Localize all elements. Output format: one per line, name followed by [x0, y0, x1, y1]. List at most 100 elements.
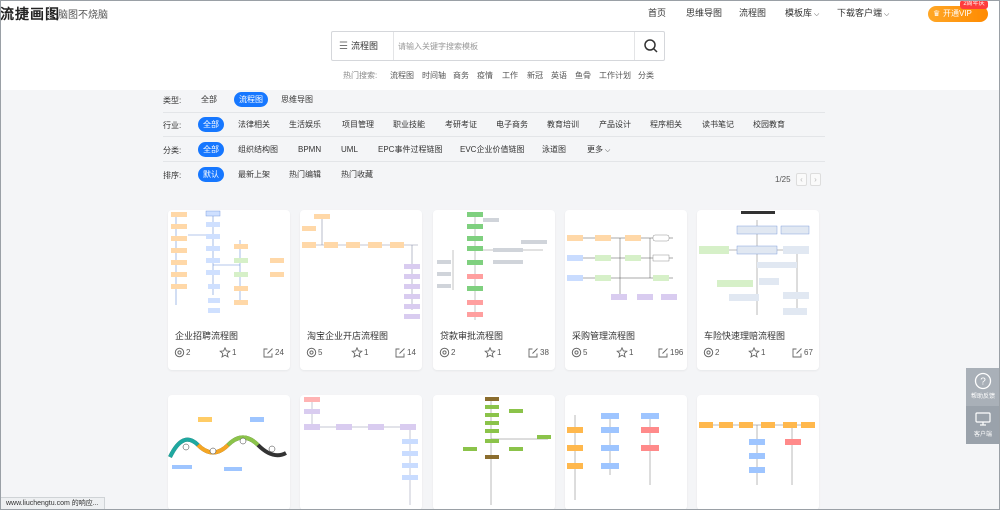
- search-type-label: 流程图: [350, 41, 378, 51]
- prev-page-button[interactable]: ‹: [796, 173, 807, 186]
- chip-industry[interactable]: 校园教育: [753, 117, 785, 132]
- chip-category[interactable]: UML: [341, 142, 358, 157]
- divider: [163, 161, 825, 162]
- chip-industry[interactable]: 产品设计: [599, 117, 631, 132]
- template-card[interactable]: 贷款审批流程图 2 1 38: [433, 210, 555, 370]
- chip-sort[interactable]: 最新上架: [238, 167, 270, 182]
- template-card[interactable]: 企业招聘流程图 2 1 24: [168, 210, 290, 370]
- hot-search-item[interactable]: 疫情: [477, 70, 493, 81]
- template-card[interactable]: 淘宝企业开店流程图 5 1 14: [300, 210, 422, 370]
- stars-count[interactable]: 1: [219, 347, 236, 358]
- chevron-down-icon: ⌵: [884, 11, 890, 18]
- template-thumbnail: [168, 417, 287, 471]
- stars-value: 1: [761, 348, 766, 357]
- template-card[interactable]: [168, 395, 290, 510]
- star-icon: [484, 347, 496, 358]
- eye-icon: [439, 347, 450, 358]
- template-card[interactable]: [300, 395, 422, 510]
- chip-industry[interactable]: 生活娱乐: [289, 117, 321, 132]
- header: 流捷画图 脑图不烧脑 首页 思维导图 流程图 模板库 ⌵ 下载客户端 ⌵ ♛ 开通VI…: [0, 0, 1000, 90]
- stars-count[interactable]: 1: [748, 347, 765, 358]
- edit-icon: [395, 348, 405, 358]
- search-input[interactable]: [398, 32, 628, 60]
- chip-type-mindmap[interactable]: 思维导图: [281, 92, 313, 107]
- views-value: 2: [715, 348, 720, 357]
- views-value: 5: [583, 348, 588, 357]
- hot-search-item[interactable]: 流程图: [390, 70, 414, 81]
- search-type-select[interactable]: ☰ 流程图: [332, 32, 394, 60]
- template-card[interactable]: [565, 395, 687, 510]
- nav-download[interactable]: 下载客户端 ⌵: [837, 6, 889, 19]
- hot-search-item[interactable]: 工作计划: [599, 70, 631, 81]
- chip-industry[interactable]: 法律相关: [238, 117, 270, 132]
- chip-industry[interactable]: 读书笔记: [702, 117, 734, 132]
- chip-sort[interactable]: 热门编辑: [289, 167, 321, 182]
- template-title: 企业招聘流程图: [175, 331, 239, 341]
- chip-type-all[interactable]: 全部: [201, 92, 217, 107]
- hot-search-item[interactable]: 鱼骨: [575, 70, 591, 81]
- chip-category[interactable]: EVC企业价值链图: [460, 142, 524, 157]
- filter-label: 行业:: [163, 121, 182, 130]
- chip-industry-all[interactable]: 全部: [198, 117, 224, 132]
- hot-search-item[interactable]: 新冠: [527, 70, 543, 81]
- chip-category[interactable]: EPC事件过程链图: [378, 142, 442, 157]
- nav-templates[interactable]: 模板库 ⌵: [785, 6, 819, 19]
- stars-count[interactable]: 1: [351, 347, 368, 358]
- menu-icon: ☰: [339, 41, 348, 52]
- filter-industry-row: 行业: 全部 法律相关 生活娱乐 项目管理 职业技能 考研考证 电子商务 教育培…: [163, 114, 825, 138]
- hot-search-item[interactable]: 商务: [453, 70, 469, 81]
- logo[interactable]: 流捷画图: [0, 4, 60, 24]
- hot-search-item[interactable]: 英语: [551, 70, 567, 81]
- hot-search-item[interactable]: 工作: [502, 70, 518, 81]
- client-button[interactable]: 客户端: [966, 406, 1000, 444]
- filter-label: 类型:: [163, 96, 182, 105]
- chip-industry[interactable]: 项目管理: [342, 117, 374, 132]
- next-page-button[interactable]: ›: [810, 173, 821, 186]
- edits-value: 67: [804, 348, 813, 357]
- chip-sort-default[interactable]: 默认: [198, 167, 224, 182]
- chip-industry[interactable]: 教育培训: [547, 117, 579, 132]
- stars-value: 1: [364, 348, 369, 357]
- template-thumbnail: [699, 211, 810, 315]
- views-value: 5: [318, 348, 323, 357]
- template-thumbnail: [463, 397, 551, 505]
- template-thumbnail: [699, 422, 815, 485]
- star-icon: [616, 347, 628, 358]
- template-card[interactable]: 采购管理流程图 5 1 196: [565, 210, 687, 370]
- more-label: 更多: [587, 145, 603, 154]
- chip-category-all[interactable]: 全部: [198, 142, 224, 157]
- hot-search-item[interactable]: 时间轴: [422, 70, 446, 81]
- chip-industry[interactable]: 电子商务: [496, 117, 528, 132]
- chip-sort[interactable]: 热门收藏: [341, 167, 373, 182]
- eye-icon: [703, 347, 714, 358]
- edit-icon: [263, 348, 273, 358]
- nav-home[interactable]: 首页: [648, 6, 666, 19]
- nav-mindmap[interactable]: 思维导图: [686, 6, 722, 19]
- stars-count[interactable]: 1: [484, 347, 501, 358]
- template-card[interactable]: 车险快速理赔流程图 2 1 67: [697, 210, 819, 370]
- template-card[interactable]: [697, 395, 819, 510]
- template-thumbnail: [567, 413, 659, 500]
- edits-value: 196: [670, 348, 684, 357]
- chip-type-flowchart[interactable]: 流程图: [234, 92, 268, 107]
- feedback-button[interactable]: ? 帮助反馈: [966, 368, 1000, 406]
- nav-flowchart[interactable]: 流程图: [739, 6, 766, 19]
- template-thumbnail: [437, 212, 547, 320]
- stars-count[interactable]: 1: [616, 347, 633, 358]
- views-value: 2: [186, 348, 191, 357]
- template-thumbnail: [171, 210, 284, 313]
- chip-industry[interactable]: 程序相关: [650, 117, 682, 132]
- chip-category[interactable]: BPMN: [298, 142, 321, 157]
- chip-category[interactable]: 组织结构图: [238, 142, 278, 157]
- star-icon: [219, 347, 231, 358]
- chip-industry[interactable]: 考研考证: [445, 117, 477, 132]
- chip-industry[interactable]: 职业技能: [393, 117, 425, 132]
- search-button[interactable]: [634, 32, 665, 60]
- template-card[interactable]: [433, 395, 555, 510]
- hot-search-item[interactable]: 分类: [638, 70, 654, 81]
- eye-icon: [571, 347, 582, 358]
- logo-divider: [49, 6, 50, 19]
- chip-category-more[interactable]: 更多 ⌵: [587, 142, 610, 157]
- chip-category[interactable]: 泳道图: [542, 142, 566, 157]
- chevron-down-icon: ⌵: [814, 11, 820, 18]
